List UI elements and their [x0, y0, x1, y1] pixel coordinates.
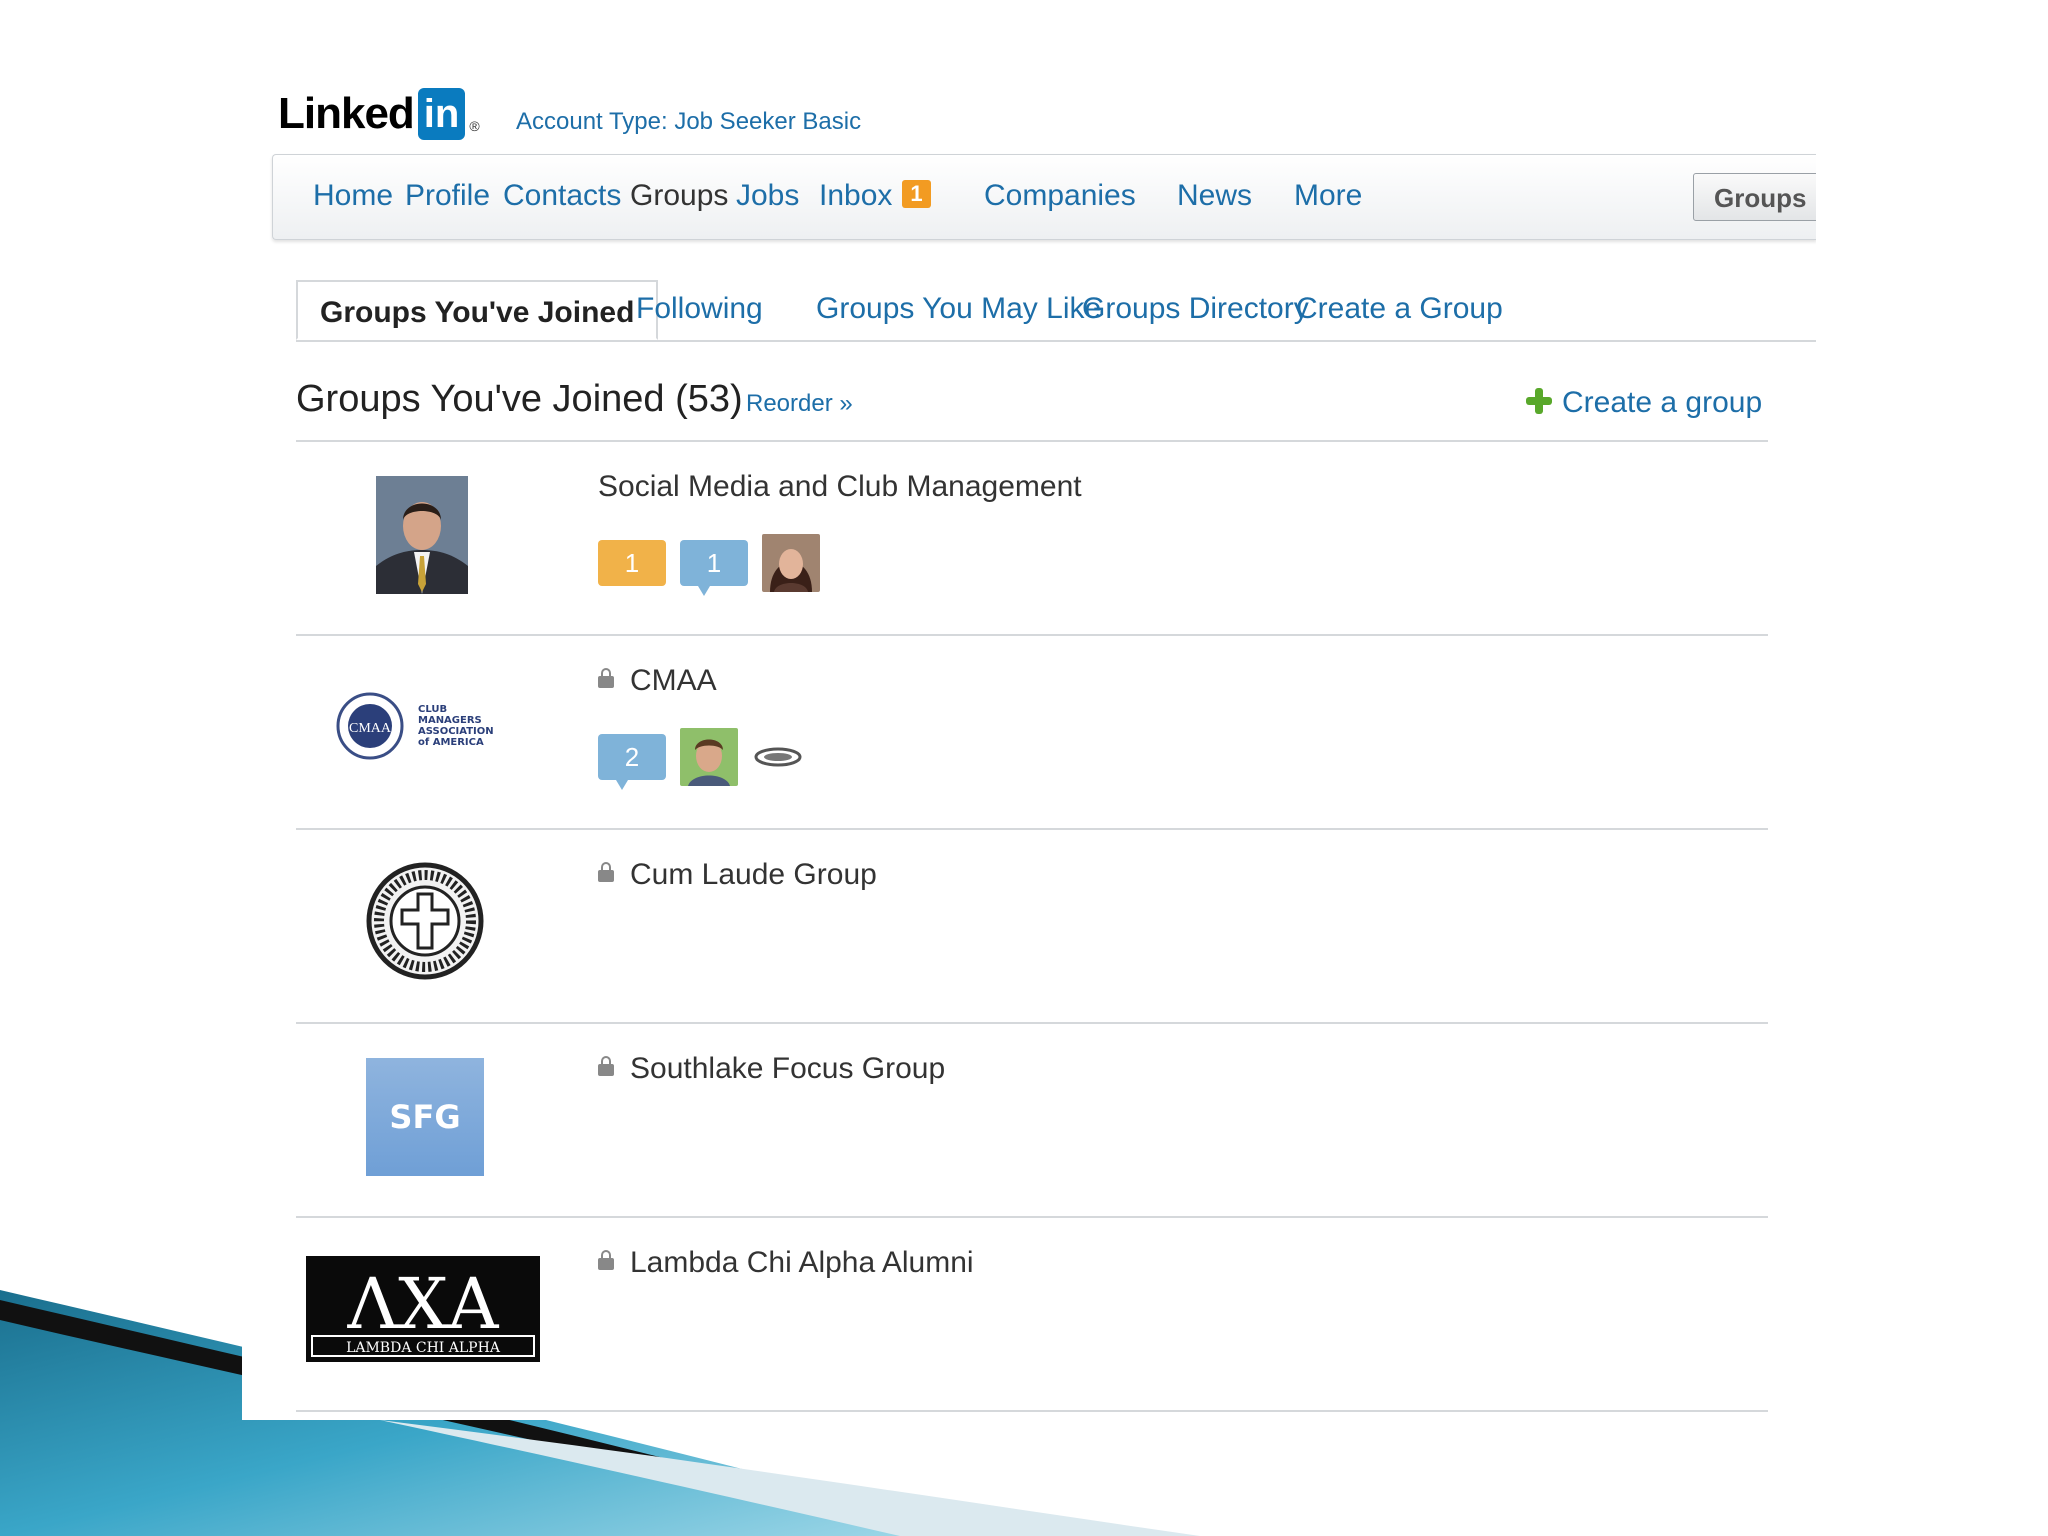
account-type-label: Account Type: Job Seeker Basic: [516, 108, 862, 135]
nav-home[interactable]: Home: [313, 179, 393, 213]
group-name-label: Southlake Focus Group: [630, 1052, 946, 1085]
group-name[interactable]: Lambda Chi Alpha Alumni: [598, 1246, 974, 1280]
group-row: Cum Laude Group: [296, 830, 1768, 1022]
groups-tabs: Groups You've Joined Following Groups Yo…: [296, 280, 1816, 342]
nav-inbox[interactable]: Inbox 1: [819, 179, 931, 213]
group-name-label: Lambda Chi Alpha Alumni: [630, 1246, 974, 1279]
group-logo-social-media[interactable]: [376, 476, 468, 594]
tab-groups-joined[interactable]: Groups You've Joined: [296, 280, 659, 340]
divider: [296, 1410, 1768, 1412]
registered-mark: ®: [469, 118, 480, 134]
lock-icon: [598, 1250, 614, 1270]
lca-subtitle: LAMBDA CHI ALPHA: [346, 1340, 501, 1356]
discussion-badge[interactable]: 1: [680, 540, 748, 596]
group-row: Social Media and Club Management 1 1: [296, 442, 1768, 634]
lock-icon: [598, 862, 614, 882]
new-items-badge[interactable]: 1: [598, 540, 666, 586]
group-logo-lambda-chi-alpha[interactable]: ΛΧΑ LAMBDA CHI ALPHA: [306, 1256, 540, 1362]
group-name[interactable]: CMAA: [598, 664, 717, 698]
group-name[interactable]: Southlake Focus Group: [598, 1052, 945, 1086]
nav-news[interactable]: News: [1177, 179, 1252, 213]
main-navigation: Home Profile Contacts Groups Jobs Inbox 1…: [272, 154, 1816, 240]
group-activity: 2: [598, 728, 804, 790]
member-logo-icon[interactable]: [752, 742, 804, 772]
cmaa-seal-text: CMAA: [349, 721, 392, 736]
nav-inbox-label: Inbox: [819, 179, 893, 212]
group-name[interactable]: Cum Laude Group: [598, 858, 877, 892]
group-logo-cum-laude-seal[interactable]: [366, 862, 484, 980]
cmaa-logo-line-3: ASSOCIATION: [418, 726, 494, 737]
sfg-logo-text: SFG: [389, 1098, 460, 1136]
plus-icon: [1526, 388, 1552, 414]
create-group-link[interactable]: Create a group: [1526, 386, 1762, 420]
search-scope-button[interactable]: Groups: [1693, 173, 1816, 221]
logo-word: Linked: [278, 89, 415, 138]
cmaa-logo-line-1: CLUB: [418, 704, 447, 715]
nav-profile[interactable]: Profile: [405, 179, 490, 213]
linkedin-logo[interactable]: Linked in ®: [278, 88, 480, 140]
group-name-label: CMAA: [630, 664, 717, 697]
group-logo-sfg[interactable]: SFG: [366, 1058, 484, 1176]
linkedin-groups-screenshot: Linked in ® Account Type: Job Seeker Bas…: [242, 60, 1816, 1420]
nav-contacts[interactable]: Contacts: [503, 179, 621, 213]
inbox-count-badge: 1: [902, 180, 931, 208]
logo-in-badge: in: [417, 88, 466, 140]
member-avatar[interactable]: [762, 534, 820, 592]
nav-more[interactable]: More: [1294, 179, 1362, 213]
page-title: Groups You've Joined (53): [296, 378, 743, 420]
group-row: SFG Southlake Focus Group: [296, 1024, 1768, 1216]
nav-jobs[interactable]: Jobs: [736, 179, 799, 213]
tab-groups-directory[interactable]: Groups Directory: [1082, 292, 1309, 326]
group-activity: 1 1: [598, 534, 820, 596]
tab-following[interactable]: Following: [636, 292, 763, 326]
tab-groups-may-like[interactable]: Groups You May Like: [816, 292, 1101, 326]
lca-letters: ΛΧΑ: [347, 1263, 500, 1345]
group-name-label: Cum Laude Group: [630, 858, 877, 891]
reorder-link[interactable]: Reorder »: [746, 390, 853, 418]
nav-companies[interactable]: Companies: [984, 179, 1136, 213]
cmaa-logo-line-2: MANAGERS: [418, 715, 482, 726]
lock-icon: [598, 1056, 614, 1076]
nav-groups[interactable]: Groups: [630, 179, 728, 213]
group-logo-cmaa[interactable]: CMAA CLUB MANAGERS ASSOCIATION of AMERIC…: [336, 690, 506, 762]
tab-create-group[interactable]: Create a Group: [1296, 292, 1503, 326]
member-avatar[interactable]: [680, 728, 738, 786]
cmaa-logo-line-4: of AMERICA: [418, 737, 484, 748]
discussion-badge[interactable]: 2: [598, 734, 666, 790]
create-group-label: Create a group: [1562, 386, 1763, 419]
group-row: CMAA CLUB MANAGERS ASSOCIATION of AMERIC…: [296, 636, 1768, 828]
lock-icon: [598, 668, 614, 688]
group-row: ΛΧΑ LAMBDA CHI ALPHA Lambda Chi Alpha Al…: [296, 1218, 1768, 1410]
group-name[interactable]: Social Media and Club Management: [598, 470, 1082, 504]
